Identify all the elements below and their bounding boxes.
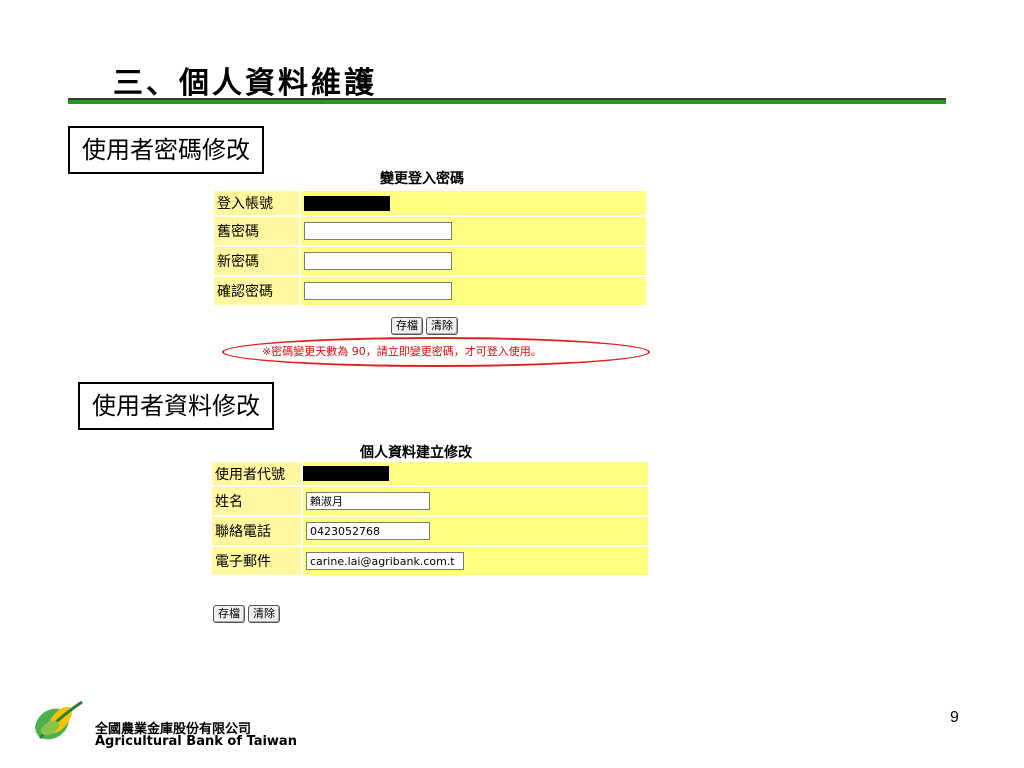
- profile-form-title: 個人資料建立修改: [360, 445, 472, 461]
- old-password-label: 舊密碼: [214, 217, 299, 245]
- title-divider-green: [68, 100, 946, 104]
- password-form-title: 變更登入密碼: [380, 171, 464, 187]
- new-password-label: 新密碼: [214, 247, 299, 275]
- confirm-password-label: 確認密碼: [214, 277, 299, 305]
- masked-account: [304, 195, 390, 211]
- confirm-password-input[interactable]: [304, 282, 452, 300]
- phone-label: 聯絡電話: [212, 517, 301, 545]
- password-form: 登入帳號 舊密碼 新密碼 確認密碼: [212, 189, 648, 307]
- login-account-label: 登入帳號: [214, 191, 299, 215]
- page-number: 9: [950, 709, 959, 726]
- email-input[interactable]: [306, 552, 464, 570]
- company-name-en: Agricultural Bank of Taiwan: [95, 734, 297, 749]
- profile-buttons: 存檔 清除: [213, 602, 283, 623]
- password-buttons: 存檔 清除: [391, 314, 461, 335]
- profile-save-button[interactable]: 存檔: [213, 605, 245, 623]
- agricultural-bank-logo-icon: [30, 698, 88, 744]
- password-section-heading: 使用者密碼修改: [68, 126, 264, 174]
- profile-form: 使用者代號 姓名 聯絡電話 電子郵件: [210, 460, 650, 577]
- password-clear-button[interactable]: 清除: [426, 317, 458, 335]
- user-id-label: 使用者代號: [212, 462, 301, 485]
- profile-section-heading: 使用者資料修改: [78, 382, 274, 430]
- name-input[interactable]: [306, 492, 430, 510]
- login-account-value: [301, 191, 646, 215]
- new-password-input[interactable]: [304, 252, 452, 270]
- slide-title: 三、個人資料維護: [113, 66, 377, 101]
- old-password-input[interactable]: [304, 222, 452, 240]
- password-save-button[interactable]: 存檔: [391, 317, 423, 335]
- phone-input[interactable]: [306, 522, 430, 540]
- masked-user-id: [303, 466, 389, 481]
- email-label: 電子郵件: [212, 547, 301, 575]
- user-id-value: [303, 462, 648, 485]
- profile-clear-button[interactable]: 清除: [248, 605, 280, 623]
- name-label: 姓名: [212, 487, 301, 515]
- password-expiry-notice: ※密碼變更天數為 90，請立即變更密碼，才可登入使用。: [262, 345, 542, 358]
